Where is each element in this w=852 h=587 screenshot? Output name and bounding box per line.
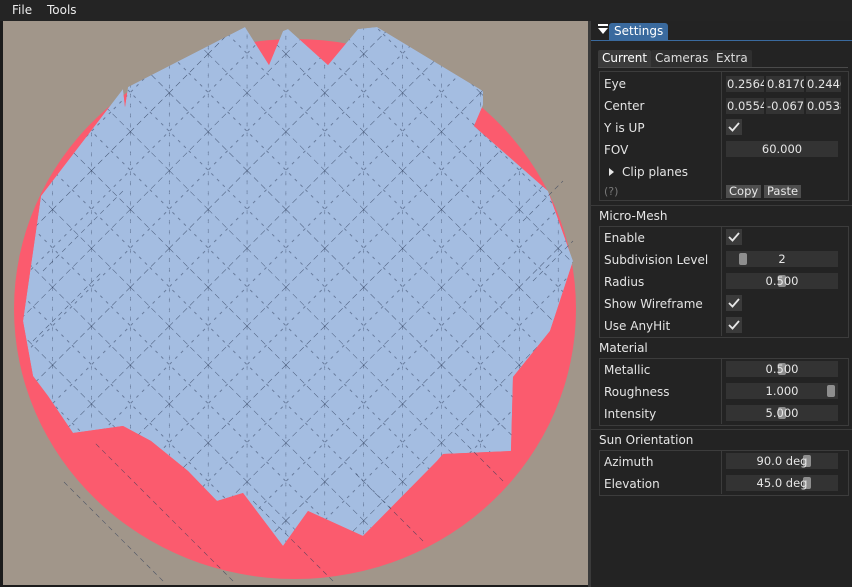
intensity-label: Intensity: [604, 407, 657, 421]
use-anyhit-checkbox[interactable]: [726, 317, 742, 333]
roughness-value: 1.000: [765, 384, 799, 398]
radius-label: Radius: [604, 275, 645, 289]
settings-panel: Settings Current Cameras Extra Eye 0.256…: [591, 21, 852, 587]
eye-z-field[interactable]: 0.2446: [806, 76, 841, 92]
sun-orientation-header[interactable]: Sun Orientation: [599, 433, 693, 447]
settings-title: Settings: [609, 23, 669, 40]
subdivision-value: 2: [778, 252, 786, 266]
copy-button[interactable]: Copy: [726, 185, 762, 198]
micro-mesh-header[interactable]: Micro-Mesh: [599, 209, 667, 223]
subdivision-label: Subdivision Level: [604, 253, 709, 267]
show-wireframe-checkbox[interactable]: [726, 295, 742, 311]
paste-button[interactable]: Paste: [764, 185, 802, 198]
center-label: Center: [604, 99, 645, 113]
y-up-checkbox[interactable]: [726, 119, 742, 135]
center-y-field[interactable]: -0.067: [766, 98, 804, 114]
enable-label: Enable: [604, 231, 645, 245]
micro-mesh-column-divider: [721, 226, 722, 336]
fov-label: FOV: [604, 143, 629, 157]
slider-grab[interactable]: [738, 253, 747, 265]
menu-file[interactable]: File: [12, 3, 32, 17]
radius-slider[interactable]: 0.500: [726, 273, 838, 289]
roughness-slider[interactable]: 1.000: [726, 383, 838, 399]
eye-label: Eye: [604, 77, 627, 91]
intensity-slider[interactable]: 5.000: [726, 405, 838, 421]
menu-bar: File Tools: [0, 0, 852, 21]
rendered-scene: [3, 21, 588, 585]
check-icon: [728, 122, 740, 132]
y-up-label: Y is UP: [604, 121, 645, 135]
subdivision-slider[interactable]: 2: [726, 251, 838, 267]
roughness-label: Roughness: [604, 385, 670, 399]
eye-y-field[interactable]: 0.8170: [766, 76, 804, 92]
metallic-value: 0.500: [765, 362, 799, 376]
metallic-slider[interactable]: 0.500: [726, 361, 838, 377]
metallic-label: Metallic: [604, 363, 651, 377]
section-separator: [591, 429, 852, 430]
material-column-divider: [721, 358, 722, 424]
fov-field[interactable]: 60.000: [726, 141, 838, 157]
menu-tools[interactable]: Tools: [47, 3, 77, 17]
intensity-value: 5.000: [765, 406, 799, 420]
elevation-label: Elevation: [604, 477, 660, 491]
center-z-field[interactable]: 0.0538: [806, 98, 841, 114]
eye-x-field[interactable]: 0.2564: [726, 76, 764, 92]
render-viewport[interactable]: [3, 21, 588, 585]
section-separator: [591, 205, 852, 206]
collapse-arrow-icon[interactable]: [598, 24, 608, 34]
check-icon: [728, 320, 740, 330]
title-underline: [591, 40, 852, 41]
expand-arrow-icon[interactable]: [609, 168, 614, 176]
slider-grab[interactable]: [827, 385, 835, 397]
tab-underline: [598, 67, 848, 68]
enable-checkbox[interactable]: [726, 229, 742, 245]
elevation-slider[interactable]: 45.0 deg: [726, 475, 838, 491]
azimuth-value: 90.0 deg: [756, 454, 808, 468]
material-header[interactable]: Material: [599, 341, 648, 355]
tab-extra[interactable]: Extra: [712, 50, 752, 67]
radius-value: 0.500: [765, 274, 799, 288]
azimuth-label: Azimuth: [604, 455, 654, 469]
use-anyhit-label: Use AnyHit: [604, 319, 671, 333]
clip-planes-toggle[interactable]: Clip planes: [622, 165, 688, 179]
check-icon: [728, 298, 740, 308]
show-wireframe-label: Show Wireframe: [604, 297, 703, 311]
tab-cameras[interactable]: Cameras: [651, 50, 713, 67]
center-x-field[interactable]: 0.0554: [726, 98, 764, 114]
azimuth-slider[interactable]: 90.0 deg: [726, 453, 838, 469]
tab-current[interactable]: Current: [598, 50, 652, 67]
camera-column-divider: [721, 71, 722, 199]
sun-column-divider: [721, 450, 722, 494]
help-marker[interactable]: (?): [604, 185, 618, 198]
check-icon: [728, 232, 740, 242]
elevation-value: 45.0 deg: [756, 476, 808, 490]
